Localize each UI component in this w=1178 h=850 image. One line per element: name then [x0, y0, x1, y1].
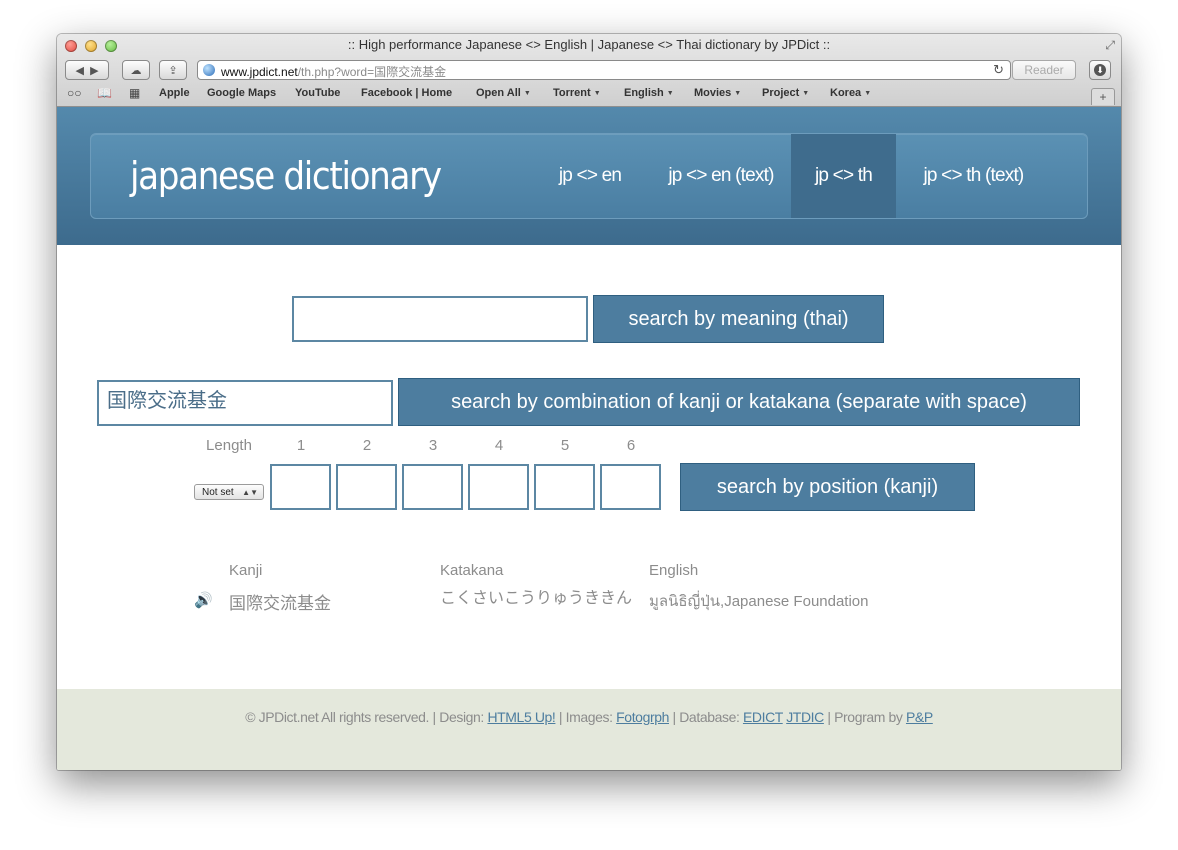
result-english: มูลนิธิญี่ปุ่น,Japanese Foundation — [649, 593, 869, 610]
length-select[interactable]: Not set ▲▼ — [194, 484, 264, 500]
bookmark-korea[interactable]: Korea ▼ — [830, 87, 871, 99]
bookmark-label: Open All — [476, 87, 521, 99]
bookmarks-bar: ○○ 📖 ▦ Apple Google Maps YouTube Faceboo… — [57, 84, 1121, 104]
nav-jp-en-text[interactable]: jp <> en (text) — [648, 134, 794, 218]
browser-window: :: High performance Japanese <> English … — [57, 34, 1121, 770]
back-icon[interactable]: ◀ — [75, 65, 83, 77]
caret-down-icon: ▼ — [802, 90, 810, 97]
web-page: japanese dictionary jp <> en jp <> en (t… — [57, 107, 1121, 770]
bookmark-label: Korea — [830, 87, 862, 99]
bookmark-apple[interactable]: Apple — [159, 87, 190, 99]
footer-database-label: | Database: — [672, 709, 740, 725]
footer-text: © JPDict.net All rights reserved. | Desi… — [57, 709, 1121, 725]
bookmark-open-all[interactable]: Open All ▼ — [476, 87, 531, 99]
top-sites-grid-icon[interactable]: ▦ — [129, 86, 140, 100]
caret-down-icon: ▼ — [734, 90, 742, 97]
position-input-4[interactable] — [468, 464, 529, 510]
caret-down-icon: ▼ — [864, 90, 872, 97]
fullscreen-icon[interactable]: ⤢ — [1105, 38, 1115, 53]
bookmark-google-maps[interactable]: Google Maps — [207, 87, 276, 99]
search-by-combination-button[interactable]: search by combination of kanji or kataka… — [398, 378, 1080, 426]
footer-images-label: | Images: — [558, 709, 613, 725]
share-icon: ⇪ — [168, 65, 178, 77]
new-tab-button[interactable]: + — [1091, 88, 1115, 105]
bookmark-english[interactable]: English ▼ — [624, 87, 674, 99]
reading-list-icon[interactable]: ○○ — [67, 86, 82, 100]
window-title: :: High performance Japanese <> English … — [347, 37, 831, 52]
footer-link-design[interactable]: HTML5 Up! — [487, 709, 555, 725]
footer-program-label: | Program by — [827, 709, 903, 725]
site-footer: © JPDict.net All rights reserved. | Desi… — [57, 689, 1121, 770]
browser-chrome: :: High performance Japanese <> English … — [57, 34, 1121, 107]
url-text[interactable]: www.jpdict.net/th.php?word=国際交流基金 — [221, 63, 446, 80]
result-kanji[interactable]: 国際交流基金 — [229, 589, 331, 614]
caret-down-icon: ▼ — [666, 90, 674, 97]
position-input-3[interactable] — [402, 464, 463, 510]
length-label: Length — [206, 437, 252, 454]
plus-icon: + — [1099, 90, 1107, 104]
position-input-2[interactable] — [336, 464, 397, 510]
length-select-value: Not set — [202, 487, 234, 498]
downloads-button[interactable]: ⬇ — [1089, 60, 1111, 80]
position-input-1[interactable] — [270, 464, 331, 510]
back-forward-buttons[interactable]: ◀ ▶ — [65, 60, 109, 80]
share-button[interactable]: ⇪ — [159, 60, 187, 80]
bookmark-label: Project — [762, 87, 800, 99]
result-katakana: こくさいこうりゅうききん — [440, 590, 633, 607]
bookmark-torrent[interactable]: Torrent ▼ — [553, 87, 601, 99]
url-path: /th.php?word=国際交流基金 — [297, 65, 447, 79]
forward-icon[interactable]: ▶ — [90, 65, 98, 77]
bookmark-facebook-home[interactable]: Facebook | Home — [361, 87, 452, 99]
bookmark-label: Movies — [694, 87, 732, 99]
icloud-tabs-button[interactable]: ☁ — [122, 60, 150, 80]
caret-down-icon: ▼ — [523, 90, 531, 97]
speaker-icon[interactable]: 🔊 — [194, 591, 213, 609]
reload-icon[interactable]: ↻ — [993, 62, 1004, 78]
position-label-2: 2 — [362, 437, 372, 454]
footer-copyright: © JPDict.net All rights reserved. | Desi… — [245, 709, 484, 725]
download-icon: ⬇ — [1094, 64, 1106, 76]
bookmark-movies[interactable]: Movies ▼ — [694, 87, 741, 99]
bookmark-label: Torrent — [553, 87, 591, 99]
position-input-5[interactable] — [534, 464, 595, 510]
updown-arrows-icon: ▲▼ — [242, 488, 258, 497]
position-label-4: 4 — [494, 437, 504, 454]
bookmarks-book-icon[interactable]: 📖 — [97, 86, 112, 100]
caret-down-icon: ▼ — [593, 90, 601, 97]
meaning-search-input[interactable] — [292, 296, 588, 342]
bookmark-project[interactable]: Project ▼ — [762, 87, 809, 99]
footer-link-edict[interactable]: EDICT — [743, 709, 783, 725]
cloud-icon: ☁ — [130, 65, 142, 77]
header-english: English — [649, 562, 699, 579]
reader-button[interactable]: Reader — [1012, 60, 1076, 80]
search-by-position-button[interactable]: search by position (kanji) — [680, 463, 975, 511]
footer-link-program[interactable]: P&P — [906, 709, 933, 725]
search-by-meaning-button[interactable]: search by meaning (thai) — [593, 295, 884, 343]
nav-jp-en[interactable]: jp <> en — [538, 134, 642, 218]
bookmark-label: English — [624, 87, 664, 99]
globe-icon — [203, 64, 215, 76]
header-kanji: Kanji — [229, 562, 263, 579]
header-katakana: Katakana — [440, 562, 504, 579]
position-input-6[interactable] — [600, 464, 661, 510]
site-header: japanese dictionary jp <> en jp <> en (t… — [57, 107, 1121, 245]
address-bar[interactable]: www.jpdict.net/th.php?word=国際交流基金 ↻ — [197, 60, 1011, 80]
nav-jp-th[interactable]: jp <> th — [791, 134, 896, 218]
bookmark-youtube[interactable]: YouTube — [295, 87, 340, 99]
footer-link-images[interactable]: Fotogrph — [616, 709, 669, 725]
position-label-1: 1 — [296, 437, 306, 454]
nav-bar: japanese dictionary jp <> en jp <> en (t… — [90, 133, 1088, 219]
position-label-3: 3 — [428, 437, 438, 454]
site-logo[interactable]: japanese dictionary — [130, 154, 442, 198]
url-host: www.jpdict.net — [221, 65, 298, 79]
position-label-6: 6 — [626, 437, 636, 454]
footer-link-jtdic[interactable]: JTDIC — [786, 709, 824, 725]
kanji-combination-input[interactable]: 国際交流基金 — [97, 380, 393, 426]
position-label-5: 5 — [560, 437, 570, 454]
nav-jp-th-text[interactable]: jp <> th (text) — [906, 134, 1041, 218]
